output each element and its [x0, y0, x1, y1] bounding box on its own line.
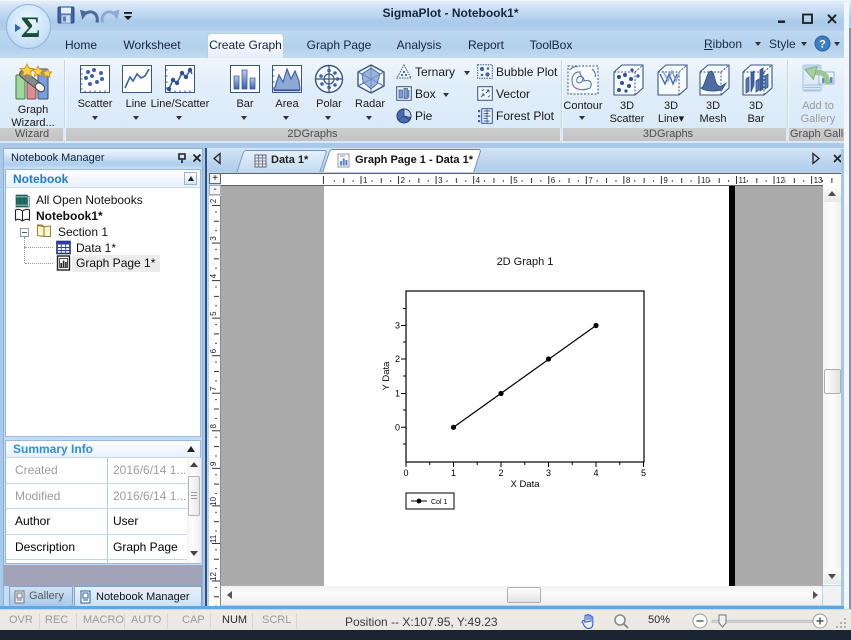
- svg-text:6: 6: [209, 348, 218, 353]
- svg-text:9: 9: [209, 461, 218, 466]
- svg-text:10: 10: [701, 176, 710, 185]
- svg-text:13: 13: [814, 176, 823, 185]
- svg-text:8: 8: [209, 424, 218, 429]
- svg-text:11: 11: [739, 176, 748, 185]
- svg-text:1: 1: [395, 389, 400, 399]
- svg-text:7: 7: [588, 176, 593, 185]
- svg-text:1: 1: [363, 176, 368, 185]
- svg-text:2: 2: [209, 198, 218, 203]
- svg-text:4: 4: [209, 273, 218, 278]
- svg-text:4: 4: [476, 176, 481, 185]
- svg-text:0: 0: [403, 468, 408, 478]
- svg-text:8: 8: [626, 176, 631, 185]
- svg-text:11: 11: [209, 534, 218, 543]
- svg-text:Col 1: Col 1: [431, 499, 447, 506]
- svg-text:3: 3: [546, 468, 551, 478]
- svg-text:6: 6: [551, 176, 556, 185]
- svg-text:4: 4: [593, 468, 598, 478]
- svg-text:Y Data: Y Data: [381, 361, 392, 391]
- svg-text:X Data: X Data: [510, 479, 540, 490]
- svg-text:1: 1: [451, 468, 456, 478]
- svg-text:5: 5: [513, 176, 518, 185]
- svg-text:12: 12: [209, 572, 218, 581]
- svg-text:2: 2: [498, 468, 503, 478]
- svg-text:5: 5: [641, 468, 646, 478]
- svg-text:3: 3: [395, 321, 400, 331]
- svg-text:?: ?: [819, 39, 826, 51]
- svg-text:10: 10: [209, 496, 218, 505]
- svg-text:12: 12: [776, 176, 785, 185]
- svg-text:0: 0: [395, 422, 400, 432]
- svg-text:5: 5: [209, 311, 218, 316]
- svg-text:2: 2: [401, 176, 406, 185]
- svg-text:3: 3: [209, 236, 218, 241]
- svg-text:7: 7: [209, 386, 218, 391]
- svg-text:3: 3: [438, 176, 443, 185]
- svg-text:9: 9: [663, 176, 668, 185]
- svg-text:2: 2: [395, 354, 400, 364]
